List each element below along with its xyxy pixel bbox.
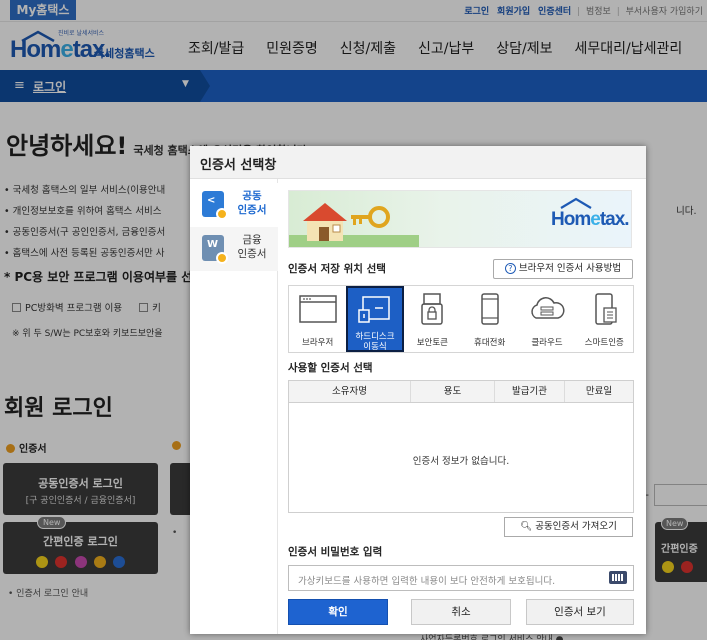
empty-table-message: 인증서 정보가 없습니다.: [412, 456, 510, 467]
password-label: 인증서 비밀번호 입력: [288, 546, 383, 558]
col-expiry[interactable]: 만료일: [565, 381, 633, 402]
cert-type-sidebar: < 공동 인증서 W 금융 인증서: [190, 179, 278, 634]
joint-cert-icon: <: [202, 191, 228, 220]
col-usage[interactable]: 용도: [411, 381, 495, 402]
col-owner[interactable]: 소유자명: [289, 381, 411, 402]
storage-option-browser[interactable]: 브라우저: [289, 286, 346, 352]
storage-option-smart-cert[interactable]: 스마트인증: [576, 286, 633, 352]
search-icon: 🔍︎: [520, 521, 533, 532]
security-token-icon: [421, 293, 444, 325]
cert-select-dialog: 인증서 선택창 < 공동 인증서 W 금융 인증서 Hometax. 인증서 저…: [190, 146, 646, 634]
storage-option-cloud[interactable]: 클라우드: [518, 286, 575, 352]
cert-table: 소유자명 용도 발급기관 만료일 인증서 정보가 없습니다.: [288, 380, 634, 513]
virtual-keyboard-icon[interactable]: [609, 571, 627, 584]
sidebar-item-label: 공동 인증서: [237, 190, 267, 216]
view-cert-button[interactable]: 인증서 보기: [526, 599, 634, 625]
question-icon: ?: [504, 263, 516, 274]
sidebar-item-finance-cert[interactable]: W 금융 인증서: [190, 227, 278, 271]
cloud-icon: [531, 297, 565, 319]
browser-icon: [298, 295, 337, 323]
hometax-banner: Hometax.: [288, 190, 632, 248]
dialog-title: 인증서 선택창: [190, 146, 646, 179]
storage-option-security-token[interactable]: 보안토큰: [404, 286, 461, 352]
sidebar-item-label: 금융 인증서: [237, 234, 267, 260]
cert-table-header: 소유자명 용도 발급기관 만료일: [289, 381, 633, 403]
cert-select-label: 사용할 인증서 선택: [288, 362, 373, 374]
import-cert-button[interactable]: 🔍︎ 공동인증서 가져오기: [504, 517, 633, 537]
storage-location-label: 인증서 저장 위치 선택: [288, 263, 386, 275]
storage-option-mobile[interactable]: 휴대전화: [461, 286, 518, 352]
harddisk-icon: [358, 296, 390, 323]
roof-icon: [560, 197, 592, 209]
col-issuer[interactable]: 발급기관: [495, 381, 565, 402]
smart-cert-icon: [595, 293, 617, 325]
storage-options: 브라우저 하드디스크 이동식 보안토큰 휴대전화 클라우드 스마트인증: [288, 285, 634, 353]
cert-password-input[interactable]: 가상키보드를 사용하면 입력한 내용이 보다 안전하게 보호됩니다.: [288, 565, 634, 591]
storage-option-harddisk[interactable]: 하드디스크 이동식: [346, 286, 404, 352]
sidebar-item-joint-cert[interactable]: < 공동 인증서: [190, 183, 278, 227]
cancel-button[interactable]: 취소: [411, 599, 511, 625]
browser-cert-help-button[interactable]: ? 브라우저 인증서 사용방법: [493, 259, 633, 279]
mobile-phone-icon: [480, 293, 499, 325]
finance-cert-icon: W: [202, 235, 228, 264]
banner-logo: Hometax.: [551, 209, 630, 230]
password-placeholder: 가상키보드를 사용하면 입력한 내용이 보다 안전하게 보호됩니다.: [298, 576, 556, 587]
ok-button[interactable]: 확인: [288, 599, 388, 625]
house-key-illustration: [289, 203, 419, 247]
